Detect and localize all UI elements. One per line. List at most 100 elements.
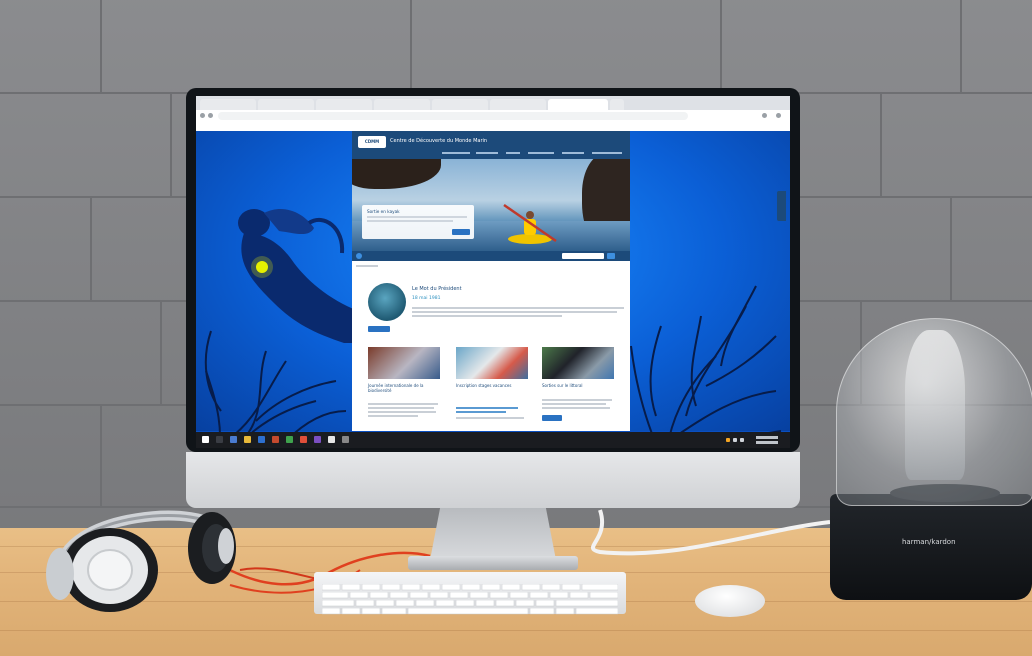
feature-image-diver[interactable] bbox=[368, 283, 406, 321]
tray-icon[interactable] bbox=[740, 438, 744, 442]
headphones-icon bbox=[46, 510, 236, 612]
speaker-core bbox=[905, 330, 965, 480]
news-card-subtitle bbox=[456, 407, 518, 409]
menu-icon[interactable] bbox=[776, 113, 781, 118]
windows-start-icon[interactable] bbox=[202, 436, 209, 443]
tray-icon[interactable] bbox=[726, 438, 730, 442]
feature-date: 18 mai 1981 bbox=[412, 296, 441, 301]
news-card[interactable]: Journée internationale de la biodiversit… bbox=[368, 347, 440, 431]
star-icon[interactable] bbox=[762, 113, 767, 118]
news-card-text bbox=[456, 417, 524, 419]
feature-text-line bbox=[412, 315, 562, 317]
windows-taskbar bbox=[196, 432, 790, 448]
photo-scene: CDMM Centre de Découverte du Monde Marin bbox=[0, 0, 1032, 656]
news-card-text bbox=[368, 403, 438, 405]
feature-text-line bbox=[412, 311, 617, 313]
taskbar-app-icon[interactable] bbox=[230, 436, 237, 443]
browser-tab[interactable] bbox=[316, 99, 372, 110]
news-card-text bbox=[368, 415, 418, 417]
site-nav bbox=[432, 149, 628, 157]
speaker-brand-label: harman/kardon bbox=[902, 538, 956, 546]
speaker-base bbox=[830, 494, 1032, 600]
news-card-text bbox=[368, 411, 436, 413]
news-card[interactable]: Inscription stages vacances bbox=[456, 347, 528, 431]
browser-tab[interactable] bbox=[258, 99, 314, 110]
taskbar-app-icon[interactable] bbox=[286, 436, 293, 443]
mouse-icon bbox=[695, 585, 765, 617]
keyboard-row bbox=[321, 584, 619, 599]
taskbar-app-icon[interactable] bbox=[258, 436, 265, 443]
news-card-title[interactable]: Sorties sur le littoral bbox=[542, 383, 614, 388]
home-icon[interactable] bbox=[356, 253, 362, 259]
news-card-text bbox=[542, 399, 612, 401]
hero-banner-kayak[interactable]: Sortie en kayak bbox=[352, 159, 630, 251]
hero-box-title: Sortie en kayak bbox=[367, 209, 400, 214]
news-card-image bbox=[542, 347, 614, 379]
site-search-row bbox=[352, 251, 630, 261]
monitor-screen[interactable]: CDMM Centre de Découverte du Monde Marin bbox=[196, 96, 790, 448]
site-search-input[interactable] bbox=[562, 253, 604, 259]
hero-box-text bbox=[367, 220, 453, 222]
feature-text-line bbox=[412, 307, 624, 309]
news-card[interactable]: Sorties sur le littoral bbox=[542, 347, 614, 431]
nav-markers bbox=[442, 152, 622, 154]
speaker-cable bbox=[591, 509, 831, 556]
feature-title[interactable]: Le Mot du Président bbox=[412, 286, 462, 292]
news-card-title[interactable]: Journée internationale de la biodiversit… bbox=[368, 383, 440, 393]
tray-clock[interactable] bbox=[756, 436, 778, 439]
back-icon[interactable] bbox=[200, 113, 205, 118]
browser-tab[interactable] bbox=[432, 99, 488, 110]
url-field[interactable] bbox=[218, 112, 688, 120]
side-feedback-tab[interactable] bbox=[777, 191, 786, 221]
site-header: CDMM Centre de Découverte du Monde Marin bbox=[352, 131, 630, 159]
news-card-title[interactable]: Inscription stages vacances bbox=[456, 383, 528, 388]
keyboard-row bbox=[321, 600, 619, 615]
taskbar-app-icon[interactable] bbox=[342, 436, 349, 443]
search-icon[interactable] bbox=[607, 253, 615, 259]
taskbar-app-icon[interactable] bbox=[272, 436, 279, 443]
news-card-text bbox=[368, 407, 434, 409]
taskbar-search-icon[interactable] bbox=[216, 436, 223, 443]
kayaker-figure bbox=[503, 203, 557, 244]
feature-read-more-button[interactable] bbox=[368, 326, 390, 332]
browser-tab-active[interactable] bbox=[548, 99, 608, 110]
chrome-icon[interactable] bbox=[328, 436, 335, 443]
sea-fan-coral-right bbox=[630, 285, 782, 448]
keyboard-row bbox=[321, 592, 619, 607]
browser-tab[interactable] bbox=[374, 99, 430, 110]
taskbar-app-icon[interactable] bbox=[314, 436, 321, 443]
keyboard-icon bbox=[314, 572, 626, 615]
hero-box-text bbox=[367, 216, 467, 218]
site-title: Centre de Découverte du Monde Marin bbox=[390, 138, 488, 144]
keyboard-row bbox=[321, 576, 619, 591]
site-logo[interactable]: CDMM bbox=[358, 136, 386, 148]
sea-fan-coral-left bbox=[204, 330, 357, 448]
tray-date[interactable] bbox=[756, 441, 778, 444]
taskbar-app-icon[interactable] bbox=[300, 436, 307, 443]
monitor-stand bbox=[430, 508, 556, 560]
news-card-subtitle bbox=[456, 411, 506, 413]
site-content: Le Mot du Président 18 mai 1981 Journée … bbox=[352, 261, 630, 431]
news-card-text bbox=[542, 407, 610, 409]
hero-info-box: Sortie en kayak bbox=[362, 205, 474, 239]
hero-rock-arch-left bbox=[352, 159, 441, 189]
bookmark-strip bbox=[196, 124, 790, 138]
window-controls[interactable] bbox=[736, 99, 786, 110]
new-tab-button[interactable] bbox=[610, 99, 624, 110]
breadcrumb[interactable] bbox=[356, 265, 378, 267]
hero-box-button[interactable] bbox=[452, 229, 470, 235]
monitor-chin bbox=[186, 452, 800, 508]
tray-icon[interactable] bbox=[733, 438, 737, 442]
browser-tab[interactable] bbox=[490, 99, 546, 110]
reload-icon[interactable] bbox=[208, 113, 213, 118]
browser-tab[interactable] bbox=[200, 99, 256, 110]
keyboard-keys bbox=[321, 607, 619, 615]
website-page: CDMM Centre de Découverte du Monde Marin bbox=[352, 131, 630, 431]
browser-tab-bar bbox=[196, 96, 790, 110]
news-card-text bbox=[542, 403, 606, 405]
news-card-image bbox=[368, 347, 440, 379]
monitor-stand-foot bbox=[408, 556, 578, 570]
news-card-button[interactable] bbox=[542, 415, 562, 421]
folder-icon[interactable] bbox=[244, 436, 251, 443]
news-card-image bbox=[456, 347, 528, 379]
